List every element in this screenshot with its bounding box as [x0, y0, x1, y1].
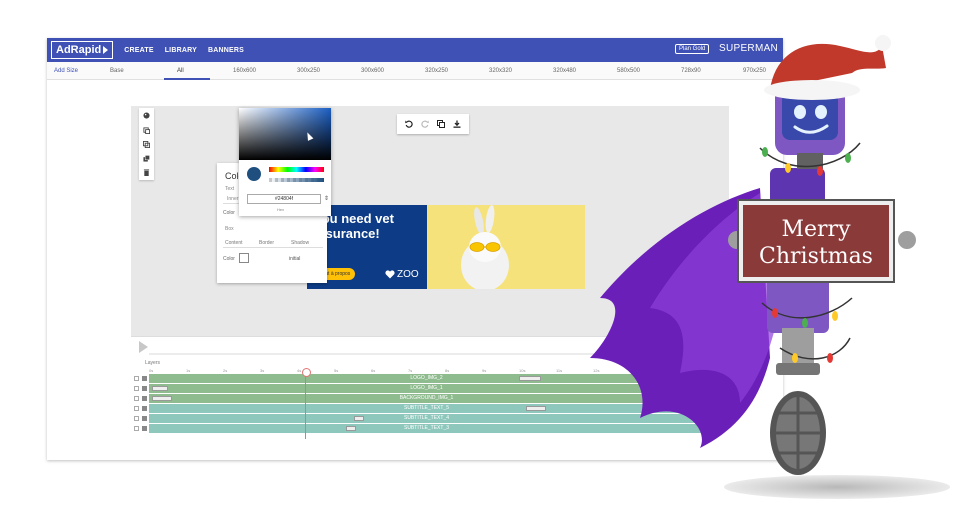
hue-slider[interactable] — [269, 167, 324, 172]
hex-input[interactable]: #24804f — [247, 194, 321, 204]
nav-banners-link[interactable]: BANNERS — [208, 47, 244, 54]
visibility-toggle[interactable] — [134, 406, 139, 411]
stage: AdRapid CREATE LIBRARY BANNERS Plan Gold… — [0, 0, 960, 513]
tabs-divider — [223, 247, 323, 248]
keyframe-block[interactable] — [354, 416, 364, 421]
redo-icon[interactable] — [421, 120, 429, 128]
keyframe-block[interactable] — [519, 376, 541, 381]
size-tab-base[interactable]: Base — [110, 68, 124, 74]
logo-play-icon — [103, 46, 109, 54]
hex-stepper-icon[interactable]: ⇕ — [324, 195, 329, 202]
size-tab-300x600[interactable]: 300x600 — [361, 68, 384, 74]
timeline-tick-label: 4s — [297, 368, 302, 373]
box-color-label: Color — [223, 256, 235, 262]
active-tab-indicator — [164, 78, 210, 80]
size-tab-320x250[interactable]: 320x250 — [425, 68, 448, 74]
lock-toggle[interactable] — [142, 406, 147, 411]
timeline-tick-label: 2s — [223, 368, 228, 373]
duplicate-icon[interactable] — [143, 141, 150, 148]
text-section-label: Text — [225, 186, 235, 192]
vertical-toolbar — [139, 108, 154, 180]
timeline-tick-label: 1s — [186, 368, 191, 373]
color-preview-swatch — [247, 167, 261, 181]
tab-border[interactable]: Border — [259, 240, 274, 246]
timeline-tick-label: 9s — [482, 368, 487, 373]
lock-toggle[interactable] — [142, 376, 147, 381]
keyframe-block[interactable] — [526, 406, 546, 411]
nav-library-link[interactable]: LIBRARY — [165, 47, 197, 54]
banner-brand-text: ZOO — [397, 269, 419, 280]
copy-icon[interactable] — [143, 127, 150, 134]
layers-label: Layers — [145, 360, 161, 366]
keyframe-block[interactable] — [152, 386, 168, 391]
saturation-field[interactable] — [239, 108, 331, 160]
box-color-value[interactable]: initial — [289, 256, 300, 262]
lock-toggle[interactable] — [142, 426, 147, 431]
play-icon[interactable] — [139, 341, 148, 353]
size-tab-320x480[interactable]: 320x480 — [553, 68, 576, 74]
palette-icon[interactable] — [143, 112, 150, 119]
visibility-toggle[interactable] — [134, 416, 139, 421]
tab-shadow[interactable]: Shadow — [291, 240, 309, 246]
size-tab-300x250[interactable]: 300x250 — [297, 68, 320, 74]
banner-image-panel[interactable] — [427, 205, 585, 291]
heart-icon — [385, 270, 395, 279]
timeline-tick-label: 10s — [519, 368, 526, 373]
hex-label: Hex — [277, 207, 285, 212]
keyframe-block[interactable] — [346, 426, 356, 431]
timeline-playhead[interactable] — [302, 368, 311, 439]
size-tab-all[interactable]: All — [177, 68, 184, 74]
add-size-button[interactable]: Add Size — [54, 68, 78, 74]
layers-icon[interactable] — [143, 155, 150, 162]
history-toolbar — [397, 114, 469, 134]
visibility-toggle[interactable] — [134, 386, 139, 391]
alpha-slider[interactable] — [269, 178, 324, 182]
logo-text: AdRapid — [56, 44, 102, 56]
timeline-tick-label: 7s — [408, 368, 413, 373]
visibility-toggle[interactable] — [134, 376, 139, 381]
bunny-image — [461, 205, 509, 291]
timeline-tick-label: 0s — [149, 368, 154, 373]
banner-preview[interactable]: You need vet insurance! Tout à propos ZO… — [307, 205, 585, 291]
sign-line-2: Christmas — [759, 244, 873, 269]
christmas-robot-mascot: Merry Christmas — [590, 35, 916, 475]
size-tab-160x600[interactable]: 160x600 — [233, 68, 256, 74]
text-color-label: Color — [223, 210, 235, 216]
color-picker-popup: #24804f ⇕ Hex — [239, 108, 331, 216]
trash-icon[interactable] — [143, 169, 150, 176]
box-color-swatch[interactable] — [239, 253, 249, 263]
timeline-tick-label: 6s — [371, 368, 376, 373]
adrapid-logo[interactable]: AdRapid — [51, 41, 114, 59]
nav-create-link[interactable]: CREATE — [124, 47, 153, 54]
sign-line-1: Merry — [781, 217, 851, 242]
box-section-label: Box — [225, 226, 234, 232]
timeline-tick-label: 8s — [445, 368, 450, 373]
size-tab-320x320[interactable]: 320x320 — [489, 68, 512, 74]
tab-inner[interactable]: Inner — [227, 196, 238, 202]
timeline-tick-label: 3s — [260, 368, 265, 373]
timeline-tick-label: 5s — [334, 368, 339, 373]
lock-toggle[interactable] — [142, 416, 147, 421]
lock-toggle[interactable] — [142, 396, 147, 401]
banner-brand: ZOO — [385, 269, 419, 280]
visibility-toggle[interactable] — [134, 396, 139, 401]
visibility-toggle[interactable] — [134, 426, 139, 431]
timeline-tick-label: 11s — [556, 368, 563, 373]
lock-toggle[interactable] — [142, 386, 147, 391]
tab-content[interactable]: Content — [225, 240, 243, 246]
keyframe-block[interactable] — [152, 396, 172, 401]
download-icon[interactable] — [453, 120, 461, 128]
undo-icon[interactable] — [405, 120, 413, 128]
clone-icon[interactable] — [437, 120, 445, 128]
